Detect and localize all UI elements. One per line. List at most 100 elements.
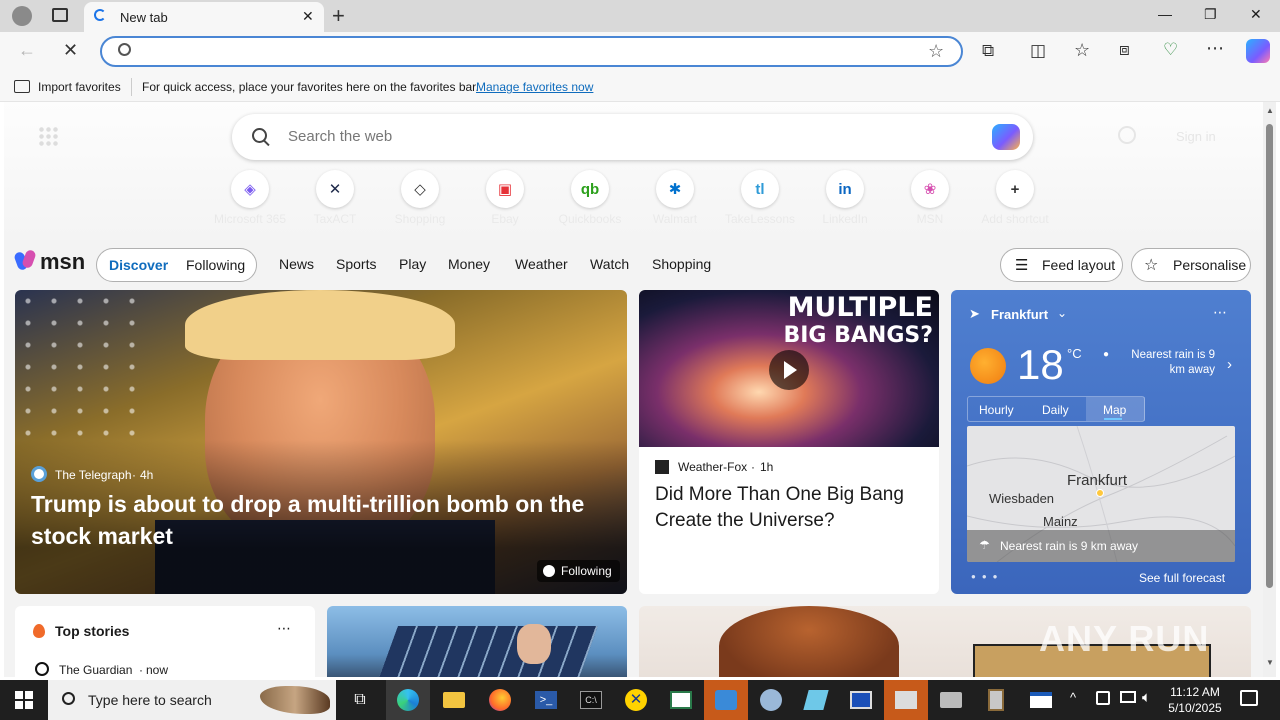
chevron-right-icon[interactable]: › — [1227, 356, 1232, 373]
app-printer-icon[interactable] — [929, 680, 973, 720]
nav-sports[interactable]: Sports — [336, 256, 376, 272]
taskbar-search-input[interactable]: Type here to search — [88, 692, 212, 708]
solar-panel-image — [376, 626, 598, 677]
taskbar-search-box[interactable]: Type here to search — [48, 680, 336, 720]
tray-chevron-up-icon[interactable]: ^ — [1070, 690, 1076, 705]
map-footer-text[interactable]: Nearest rain is 9 km away — [1000, 539, 1138, 553]
weather-card[interactable]: ➤ Frankfurt ⌄ ⋯ 18 °C ● Nearest rain is … — [951, 290, 1251, 594]
shortcut-taxact[interactable]: ✕ TaxACT — [295, 170, 375, 226]
web-search-box[interactable]: Search the web — [232, 114, 1033, 160]
app-control-icon[interactable] — [884, 680, 928, 720]
tray-network-icon[interactable] — [1096, 691, 1110, 705]
edge-taskbar-icon[interactable] — [386, 680, 430, 720]
play-button[interactable] — [769, 350, 809, 390]
app-tools-icon[interactable] — [749, 680, 793, 720]
scroll-up-arrow-icon[interactable]: ▲ — [1266, 106, 1274, 115]
tab-discover[interactable]: Discover — [109, 257, 168, 273]
nav-play[interactable]: Play — [399, 256, 426, 272]
nav-money[interactable]: Money — [448, 256, 490, 272]
taskbar-clock[interactable]: 11:12 AM 5/10/2025 — [1166, 684, 1224, 716]
tab-following[interactable]: Following — [186, 257, 245, 273]
more-icon[interactable]: ⋯ — [277, 620, 291, 637]
file-explorer-icon[interactable] — [432, 680, 476, 720]
restore-button[interactable]: ❐ — [1204, 6, 1217, 23]
bottom-story-card[interactable]: ANY RUN — [639, 606, 1251, 677]
tab-daily[interactable]: Daily — [1042, 403, 1069, 417]
chevron-down-icon[interactable]: ⌄ — [1057, 306, 1067, 320]
copilot-icon[interactable] — [992, 124, 1020, 150]
manage-favorites-link[interactable]: Manage favorites now — [476, 80, 593, 94]
powershell-icon[interactable]: >_ — [524, 680, 568, 720]
terminal-icon[interactable]: C:\ — [569, 680, 613, 720]
shortcut-msn[interactable]: ❀ MSN — [890, 170, 970, 226]
apps-launcher-icon[interactable] — [38, 126, 58, 146]
video-headline[interactable]: Did More Than One Big Bang Create the Un… — [655, 482, 931, 534]
back-arrow-icon[interactable]: ← — [18, 40, 36, 61]
carousel-dots[interactable]: ●●● — [971, 572, 1004, 581]
minimize-button[interactable]: — — [1158, 6, 1172, 22]
main-story-card[interactable]: The Telegraph · 4h Trump is about to dro… — [15, 290, 627, 594]
more-icon[interactable]: ⋯ — [1206, 38, 1224, 59]
sign-in-link[interactable]: Sign in — [1176, 129, 1216, 144]
shortcut-ebay[interactable]: ▣ Ebay — [465, 170, 545, 226]
favorites-icon[interactable]: ☆ — [1074, 40, 1090, 61]
new-tab-button[interactable]: + — [332, 3, 345, 29]
app-window-icon[interactable] — [659, 680, 703, 720]
nav-news[interactable]: News — [279, 256, 314, 272]
profile-icon[interactable] — [12, 6, 32, 26]
app-archive-icon[interactable] — [974, 680, 1018, 720]
scroll-down-arrow-icon[interactable]: ▼ — [1266, 658, 1274, 667]
app-monitor-icon[interactable] — [839, 680, 883, 720]
tray-display-icon[interactable] — [1120, 691, 1136, 703]
video-story-card[interactable]: MULTIPLE BIG BANGS? Weather-Fox · 1h Did… — [639, 290, 939, 594]
solar-story-card[interactable] — [327, 606, 627, 677]
app-window2-icon[interactable] — [1019, 680, 1063, 720]
tab-map[interactable]: Map — [1103, 403, 1126, 417]
shortcut-shopping[interactable]: ◇ Shopping — [380, 170, 460, 226]
import-favorites-button[interactable]: Import favorites — [38, 80, 121, 94]
browser-essentials-icon[interactable]: ♡ — [1163, 40, 1178, 60]
stop-loading-icon[interactable]: ✕ — [63, 40, 78, 61]
extensions-icon[interactable]: ⧉ — [982, 41, 994, 61]
shortcut-linkedin[interactable]: in LinkedIn — [805, 170, 885, 226]
search-input[interactable]: Search the web — [288, 128, 392, 145]
start-button[interactable] — [2, 680, 46, 720]
nav-watch[interactable]: Watch — [590, 256, 629, 272]
app-network-icon[interactable] — [704, 680, 748, 720]
shortcut-microsoft-365[interactable]: ◈ Microsoft 365 — [210, 170, 290, 226]
tab-new-tab[interactable]: New tab ✕ — [84, 2, 324, 32]
split-screen-icon[interactable]: ◫ — [1030, 41, 1046, 61]
close-tab-icon[interactable]: ✕ — [302, 8, 314, 25]
tray-volume-icon[interactable]: 🔈︎ — [1142, 689, 1151, 706]
flame-icon — [33, 624, 45, 638]
copilot-icon[interactable] — [1246, 39, 1270, 63]
tab-hourly[interactable]: Hourly — [979, 403, 1014, 417]
weather-map[interactable]: Frankfurt Wiesbaden Mainz ☂ Nearest rain… — [967, 426, 1235, 562]
notification-center-icon[interactable] — [1240, 690, 1258, 706]
shortcut-add-shortcut[interactable]: + Add shortcut — [975, 170, 1055, 226]
nav-shopping[interactable]: Shopping — [652, 256, 711, 272]
shortcut-takelessons[interactable]: tl TakeLessons — [720, 170, 800, 226]
app-x-icon[interactable]: ✕ — [614, 680, 658, 720]
shortcut-quickbooks[interactable]: qb Quickbooks — [550, 170, 630, 226]
nav-weather[interactable]: Weather — [515, 256, 568, 272]
more-icon[interactable]: ⋯ — [1213, 304, 1227, 321]
address-bar[interactable]: ☆ — [100, 36, 963, 67]
page-scrollbar[interactable]: ▲ ▼ — [1263, 102, 1276, 677]
settings-gear-icon[interactable] — [1118, 126, 1136, 144]
personalise-button[interactable]: ☆ Personalise — [1131, 248, 1251, 282]
collections-icon[interactable]: ⧈ — [1119, 40, 1130, 60]
close-window-button[interactable]: ✕ — [1250, 6, 1262, 23]
task-view-icon[interactable]: ⧉ — [338, 680, 382, 720]
feed-layout-button[interactable]: ☰ Feed layout — [1000, 248, 1123, 282]
main-headline[interactable]: Trump is about to drop a multi-trillion … — [31, 488, 621, 552]
scrollbar-thumb[interactable] — [1266, 124, 1273, 588]
tab-actions-icon[interactable] — [52, 8, 68, 22]
favorite-star-icon[interactable]: ☆ — [928, 41, 944, 62]
firefox-icon[interactable] — [478, 680, 522, 720]
shortcut-walmart[interactable]: ✱ Walmart — [635, 170, 715, 226]
see-full-forecast-link[interactable]: See full forecast — [1139, 571, 1225, 585]
following-badge[interactable]: Following — [537, 560, 620, 582]
weather-location[interactable]: Frankfurt — [991, 307, 1048, 322]
app-notepad-icon[interactable] — [794, 680, 838, 720]
